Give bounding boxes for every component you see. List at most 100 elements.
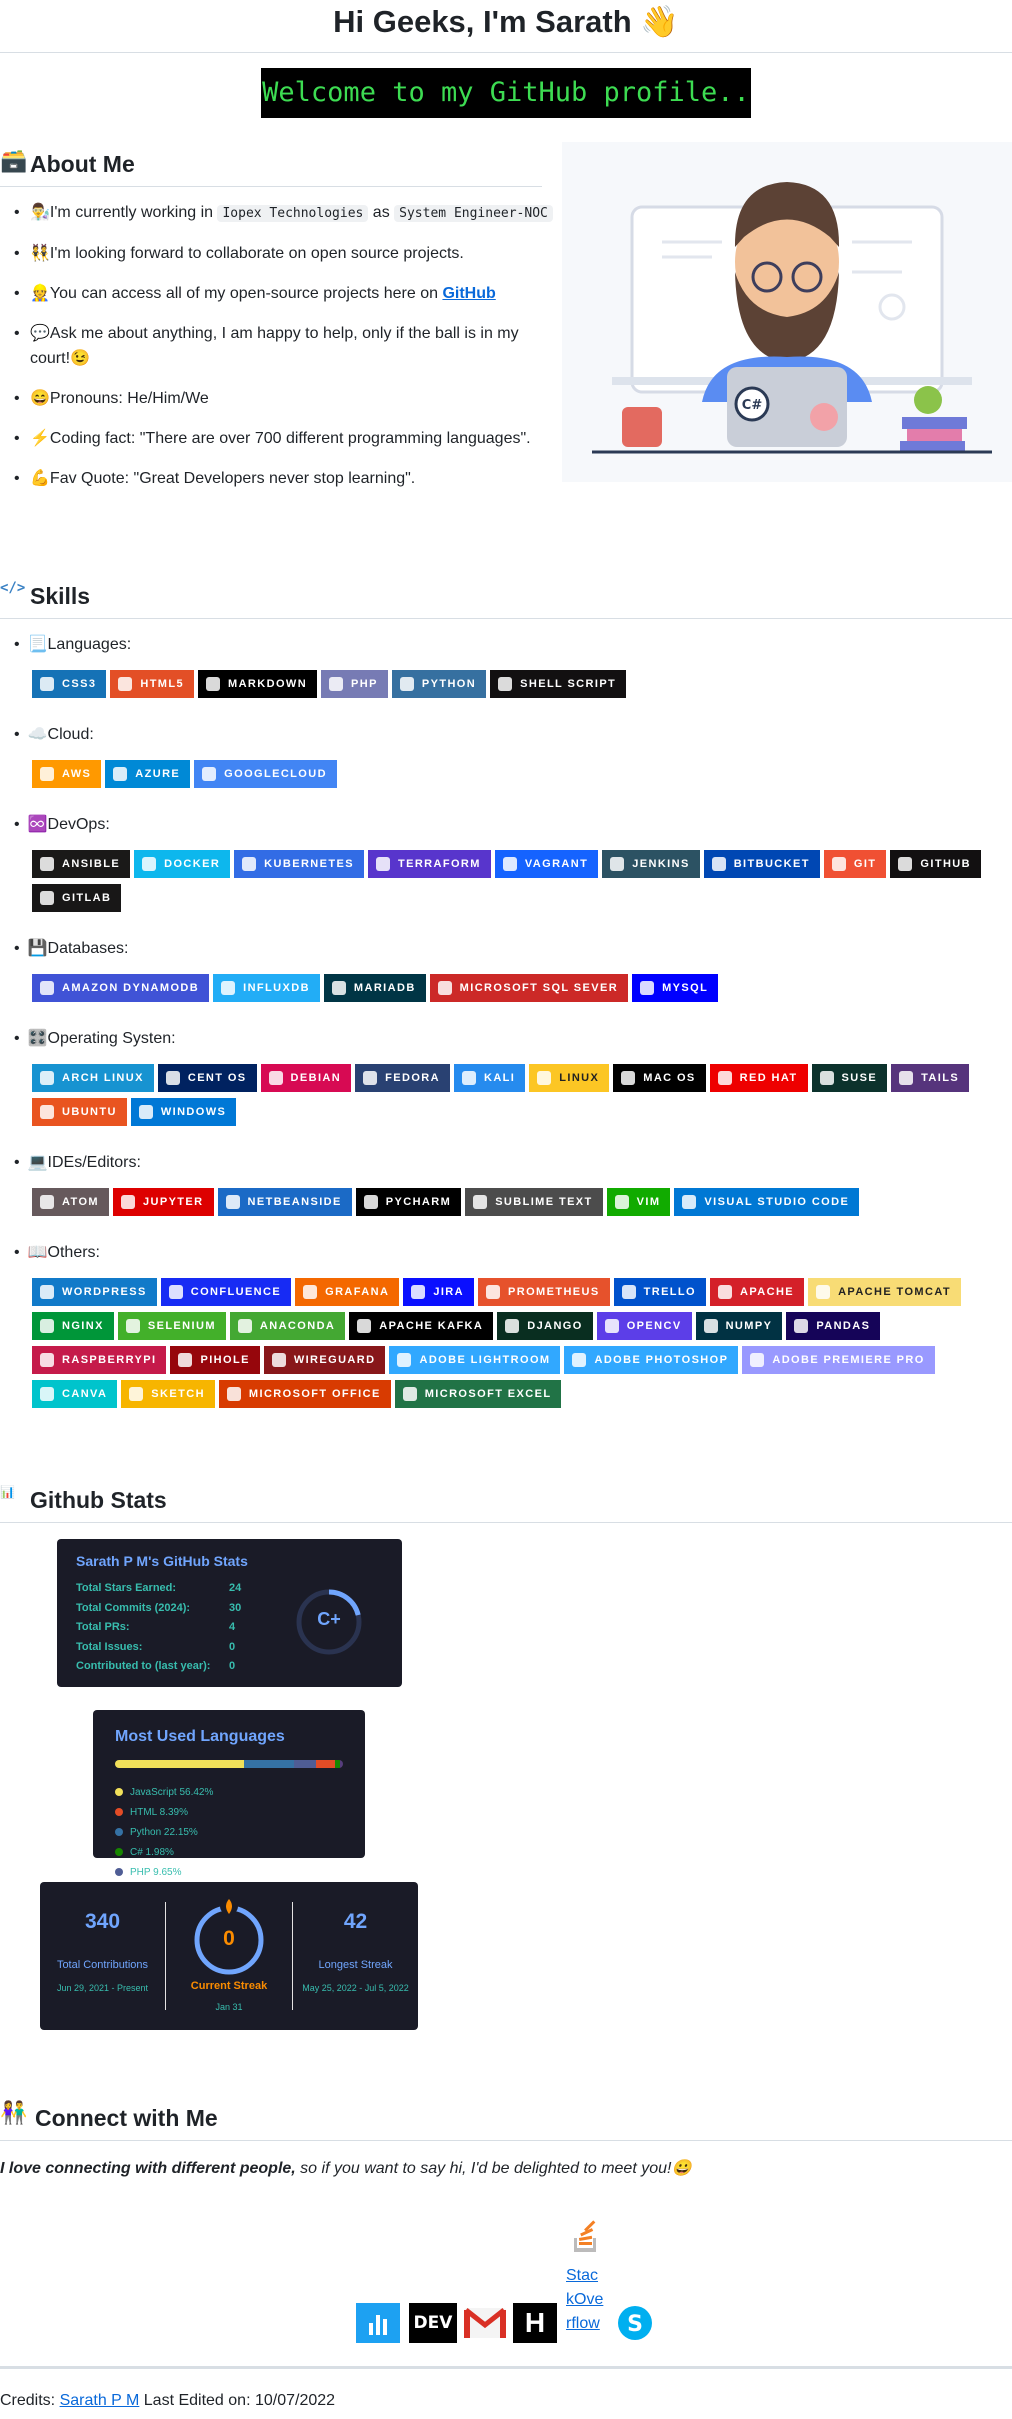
skill-badge: FEDORA [355,1064,450,1092]
skill-logo-icon [329,677,344,691]
skill-badge-label: TAILS [921,1072,960,1084]
skill-logo-icon [40,677,54,691]
skill-badge-label: VISUAL STUDIO CODE [704,1196,850,1208]
skill-logo-icon [718,1285,733,1299]
stats-row: Total Commits (2024): 30 [76,1599,246,1619]
streak-card[interactable]: 340 Total Contributions Jun 29, 2021 - P… [40,1882,418,2030]
skill-badge: ARCH LINUX [32,1064,154,1092]
credits: Credits: Sarath P M Last Edited on: 10/0… [0,2392,336,2409]
skill-logo-icon [485,1285,500,1299]
language-legend-item: C# 1.98% [115,1842,250,1862]
skill-badge: GRAFANA [295,1278,400,1306]
skill-badge-label: NUMPY [725,1320,773,1332]
skill-badge: APACHE KAFKA [349,1312,494,1340]
about-divider [0,186,542,187]
skill-badge: WIREGUARD [263,1346,386,1374]
skill-badge: VIM [606,1188,671,1216]
skill-badge-label: LINUX [559,1072,600,1084]
skill-badge-label: KUBERNETES [264,858,354,870]
skill-badge: GITLAB [32,884,122,912]
skill-logo-icon [831,857,846,871]
stackoverflow-icon[interactable] [570,2220,600,2256]
skill-badge-label: PYCHARM [385,1196,452,1208]
languages-bar [115,1760,343,1768]
skill-logo-icon [168,1285,183,1299]
skill-badge: LINUX [529,1064,610,1092]
skill-badge-label: AZURE [135,768,181,780]
language-legend-label: PHP 9.65% [130,1866,182,1878]
skill-badge-label: MICROSOFT SQL SEVER [459,982,619,994]
about-item-quote: 💪Fav Quote: "Great Developers never stop… [14,466,554,491]
skill-badge: HTML5 [110,670,195,698]
skill-badge-label: PIHOLE [200,1354,250,1366]
gmail-icon[interactable] [464,2306,506,2340]
language-legend-label: HTML 8.39% [130,1806,188,1818]
skill-logo-icon [40,1319,54,1333]
stats-row-value: 30 [229,1601,242,1614]
credits-link[interactable]: Sarath P M [60,2392,140,2409]
skill-badge-label: APACHE [740,1286,795,1298]
skill-logo-icon [40,1285,54,1299]
language-dot-icon [115,1808,123,1816]
skill-logo-icon [711,857,726,871]
about-item-projects: 👷You can access all of my open-source pr… [14,281,554,306]
about-item-collab: 👯I'm looking forward to collaborate on o… [14,241,554,266]
skill-logo-icon [437,981,452,995]
longest-streak-range: May 25, 2022 - Jul 5, 2022 [302,1983,409,1993]
skill-logo-icon [125,1319,140,1333]
skill-logo-icon [40,1105,54,1119]
skill-badge: GOOGLECLOUD [194,760,337,788]
skill-logo-icon [794,1319,809,1333]
about-list: 👨‍🔬I'm currently working in Iopex Techno… [14,200,554,506]
skills-divider [0,618,1012,619]
top-languages-card[interactable]: Most Used Languages JavaScript 56.42% HTM… [93,1710,365,1898]
skill-badge-label: JENKINS [632,858,690,870]
skill-logo-icon [206,677,221,691]
stats-row-label: Total PRs: [76,1621,130,1633]
github-link[interactable]: GitHub [442,285,495,302]
skill-badge: PIHOLE [170,1346,260,1374]
skill-logo-icon [331,981,346,995]
github-stats-card[interactable]: Sarath P M's GitHub Stats Total Stars Ea… [57,1539,402,1687]
skill-group-label: ♾️DevOps: [14,813,110,837]
skype-icon[interactable]: S [616,2304,654,2342]
skill-badge: OPENCV [596,1312,692,1340]
skill-logo-icon [703,1319,718,1333]
skill-badge-label: ATOM [62,1196,99,1208]
skill-badge: DOCKER [134,850,231,878]
skill-group-label: 📃Languages: [14,633,132,657]
skill-badge-label: HTML5 [140,678,185,690]
total-contributions-label: Total Contributions [56,1959,149,1971]
skill-badge-label: GITLAB [62,892,112,904]
hashnode-icon[interactable]: H [513,2303,557,2343]
skill-logo-icon [113,767,128,781]
linkedin-icon[interactable] [356,2303,400,2343]
skill-badge: ANSIBLE [32,850,131,878]
skill-logo-icon [621,1071,636,1085]
skill-logo-icon [621,1285,636,1299]
skill-badge: TAILS [891,1064,970,1092]
stats-row: Contributed to (last year): 0 [76,1657,246,1677]
skill-badge-label: AMAZON DYNAMODB [62,982,200,994]
skill-badge: CENT OS [157,1064,257,1092]
skill-badge: PYTHON [391,670,487,698]
skill-logo-icon [502,857,517,871]
skill-badge: BITBUCKET [703,850,820,878]
skill-badge-label: MYSQL [662,982,709,994]
stackoverflow-link[interactable]: Stac kOve rflow [566,2264,603,2336]
skill-group-label: 📖Others: [14,1241,100,1265]
skill-badge: KUBERNETES [234,850,364,878]
skill-badge: UBUNTU [32,1098,127,1126]
welcome-banner: Welcome to my GitHub profile.. [261,68,751,118]
stats-row-label: Total Stars Earned: [76,1582,177,1594]
skill-logo-icon [40,891,54,905]
about-item-fact: ⚡Coding fact: "There are over 700 differ… [14,426,554,451]
skill-logo-icon [397,1353,412,1367]
connect-divider [0,2140,1012,2141]
skill-logo-icon [717,1071,732,1085]
devto-icon[interactable]: DEV [409,2303,457,2343]
skill-badge-label: ADOBE LIGHTROOM [419,1354,551,1366]
language-legend-item: JavaScript 56.42% [115,1782,250,1802]
skill-logo-icon [363,1071,378,1085]
code-icon: </> [0,580,26,596]
